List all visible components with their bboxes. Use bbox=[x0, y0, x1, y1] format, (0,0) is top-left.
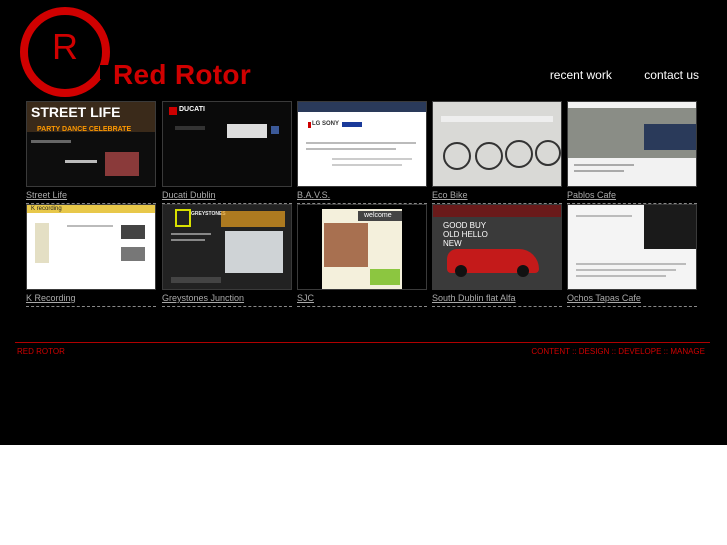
logo[interactable]: R Red Rotor bbox=[20, 7, 270, 97]
thumb-title: K recording bbox=[31, 206, 62, 212]
portfolio-row: K recording K Recording GREYSTONES Greys… bbox=[26, 204, 700, 307]
portfolio-item[interactable]: STREET LIFE PARTY DANCE CELEBRATE Street… bbox=[26, 101, 156, 204]
thumb-subtitle: PARTY DANCE CELEBRATE bbox=[37, 126, 132, 133]
project-thumbnail[interactable] bbox=[567, 101, 697, 187]
project-caption-link[interactable]: Ducati Dublin bbox=[162, 190, 292, 204]
project-thumbnail[interactable] bbox=[567, 204, 697, 290]
footer-services: CONTENT :: DESIGN :: DEVELOPE :: MANAGE bbox=[531, 347, 705, 356]
thumb-title: welcome bbox=[364, 212, 392, 219]
nav-contact-us-link[interactable]: contact us bbox=[644, 68, 699, 82]
project-caption-link[interactable]: Greystones Junction bbox=[162, 293, 292, 307]
project-caption-link[interactable]: Pablos Cafe bbox=[567, 190, 697, 204]
logo-letter: R bbox=[52, 26, 78, 67]
thumb-title: GOOD BUY OLD HELLO NEW bbox=[443, 221, 488, 248]
project-caption-link[interactable]: South Dublin flat Alfa bbox=[432, 293, 562, 307]
project-thumbnail[interactable]: LG SONY bbox=[297, 101, 427, 187]
portfolio-item[interactable]: welcome SJC bbox=[297, 204, 427, 307]
footer-divider bbox=[15, 342, 710, 343]
portfolio-item[interactable]: DUCATI Ducati Dublin bbox=[162, 101, 292, 204]
nav-recent-work-link[interactable]: recent work bbox=[550, 68, 612, 82]
portfolio-item[interactable]: Ochos Tapas Cafe bbox=[567, 204, 697, 307]
project-thumbnail[interactable] bbox=[432, 101, 562, 187]
thumb-title: STREET LIFE bbox=[31, 104, 121, 120]
portfolio-item[interactable]: Pablos Cafe bbox=[567, 101, 697, 204]
portfolio-item[interactable]: GOOD BUY OLD HELLO NEW South Dublin flat… bbox=[432, 204, 562, 307]
portfolio-row: STREET LIFE PARTY DANCE CELEBRATE Street… bbox=[26, 101, 700, 204]
thumb-title: DUCATI bbox=[179, 106, 205, 113]
project-caption-link[interactable]: Ochos Tapas Cafe bbox=[567, 293, 697, 307]
logo-wordmark: Red Rotor bbox=[113, 59, 252, 90]
project-caption-link[interactable]: SJC bbox=[297, 293, 427, 307]
portfolio-item[interactable]: GREYSTONES Greystones Junction bbox=[162, 204, 292, 307]
project-caption-link[interactable]: K Recording bbox=[26, 293, 156, 307]
portfolio-grid: STREET LIFE PARTY DANCE CELEBRATE Street… bbox=[26, 101, 700, 307]
project-thumbnail[interactable]: GOOD BUY OLD HELLO NEW bbox=[432, 204, 562, 290]
main-nav: recent work contact us bbox=[522, 66, 699, 84]
footer-brand: RED ROTOR bbox=[17, 347, 65, 356]
page-background: R Red Rotor recent work contact us STREE… bbox=[0, 0, 727, 445]
portfolio-item[interactable]: Eco Bike bbox=[432, 101, 562, 204]
project-caption-link[interactable]: Eco Bike bbox=[432, 190, 562, 204]
project-thumbnail[interactable]: K recording bbox=[26, 204, 156, 290]
project-thumbnail[interactable]: welcome bbox=[297, 204, 427, 290]
thumb-title: LG SONY bbox=[312, 121, 340, 127]
project-thumbnail[interactable]: STREET LIFE PARTY DANCE CELEBRATE bbox=[26, 101, 156, 187]
project-thumbnail[interactable]: GREYSTONES bbox=[162, 204, 292, 290]
project-thumbnail[interactable]: DUCATI bbox=[162, 101, 292, 187]
project-caption-link[interactable]: B.A.V.S. bbox=[297, 190, 427, 204]
project-caption-link[interactable]: Street Life bbox=[26, 190, 156, 204]
portfolio-item[interactable]: K recording K Recording bbox=[26, 204, 156, 307]
portfolio-item[interactable]: LG SONY B.A.V.S. bbox=[297, 101, 427, 204]
